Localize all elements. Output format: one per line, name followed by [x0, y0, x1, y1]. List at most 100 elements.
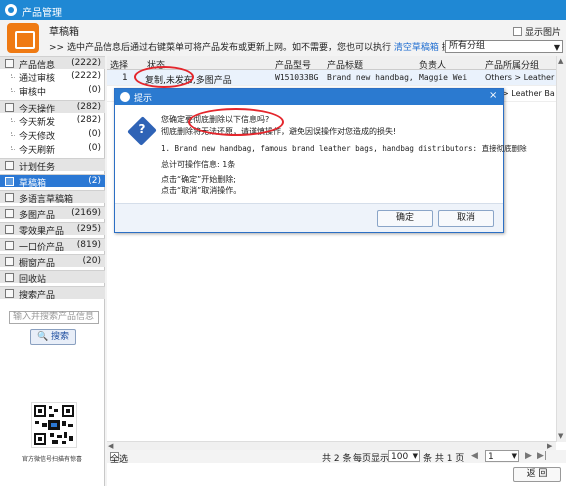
search-button-icon: 🔍: [36, 332, 49, 342]
per-page-label: 每页显示: [353, 454, 390, 464]
sidebar-label: 多图产品: [19, 211, 56, 221]
row-group: Others > Leather Ba...: [485, 73, 555, 82]
search-icon: [5, 289, 14, 298]
sidebar-item-showcase[interactable]: 橱窗产品 (20): [0, 254, 105, 269]
sidebar-item-one-price[interactable]: 一口价产品 (819): [0, 238, 105, 253]
page-info: 条 共 1 页: [423, 454, 465, 464]
sidebar-count: (282): [76, 102, 101, 112]
row-index: 1: [122, 73, 128, 83]
show-images-toggle[interactable]: 显示图片: [513, 25, 561, 38]
zero-effect-icon: [5, 225, 14, 234]
tree-line-icon: [11, 118, 15, 122]
sidebar-item-product-info[interactable]: 产品信息 (2222): [0, 56, 105, 71]
drafts-folder-icon: [7, 23, 39, 53]
sidebar-label: 今天刷新: [19, 146, 56, 156]
sidebar-item-multilang-drafts[interactable]: 多语言草稿箱: [0, 190, 105, 205]
sidebar-label: 通过审核: [19, 74, 56, 84]
back-button[interactable]: 返 回: [513, 467, 561, 482]
dialog-title-bar: 提示 ×: [115, 89, 503, 105]
sidebar-item-multi-image[interactable]: 多图产品 (2169): [0, 206, 105, 221]
sidebar-count: (295): [76, 224, 101, 234]
confirm-dialog: 提示 × ? 您确定要彻底删除以下信息吗? 彻底删除将无法还原，请谨慎操作，避免…: [114, 88, 527, 233]
page-select[interactable]: 1 ▼: [485, 450, 519, 462]
dialog-title: 提示: [134, 94, 153, 104]
dialog-footer: 确定 取消: [115, 203, 503, 232]
qr-caption: 官方微信号扫描有惊喜: [22, 456, 83, 463]
sidebar-item-drafts[interactable]: 草稿箱 (2): [0, 174, 105, 189]
sidebar-item-search-products[interactable]: 搜索产品: [0, 286, 105, 301]
dialog-total: 总计可操作信息: 1条: [161, 160, 236, 169]
title-bar: 产品管理: [0, 0, 566, 20]
sidebar-item-today-edit[interactable]: 今天修改 (0): [0, 128, 105, 142]
price-tag-icon: [5, 241, 14, 250]
chevron-down-icon: ▼: [511, 452, 517, 460]
dialog-logo-icon: [120, 92, 130, 102]
search-button[interactable]: 🔍 搜索: [30, 329, 76, 345]
clear-drafts-link[interactable]: 清空草稿箱: [394, 43, 439, 53]
group-select-value: 所有分组: [449, 41, 486, 51]
sidebar-label: 审核中: [19, 88, 47, 98]
sidebar-item-zero-effect[interactable]: 零效果产品 (295): [0, 222, 105, 237]
sidebar-label: 今天新发: [19, 118, 56, 128]
row-title: Brand new handbag, ...: [327, 73, 415, 82]
sidebar-item-today-new[interactable]: 今天新发 (282): [0, 114, 105, 128]
row-owner: Maggie Wei: [419, 73, 468, 82]
product-search-input[interactable]: 输入并搜索产品信息: [9, 311, 99, 324]
first-page-icon[interactable]: ◀: [471, 451, 478, 461]
dialog-body: ? 您确定要彻底删除以下信息吗? 彻底删除将无法还原，请谨慎操作，避免因误操作对…: [115, 105, 527, 203]
sidebar-label: 草稿箱: [19, 179, 47, 189]
scroll-left-icon[interactable]: ◀: [108, 442, 113, 450]
search-button-label: 搜索: [51, 332, 70, 342]
sidebar-item-scheduled[interactable]: 计划任务: [0, 158, 105, 173]
sidebar-item-today-refresh[interactable]: 今天刷新 (0): [0, 142, 105, 156]
scroll-down-icon[interactable]: ▼: [558, 432, 563, 440]
per-page-select[interactable]: 100 ▼: [388, 450, 420, 462]
annotation-oval: [134, 66, 194, 88]
next-page-icon[interactable]: ▶: [525, 451, 532, 461]
sidebar-label: 橱窗产品: [19, 259, 56, 269]
group-select[interactable]: 所有分组 ▼: [445, 40, 563, 53]
multilang-icon: [5, 193, 14, 202]
show-images-label: 显示图片: [525, 28, 562, 38]
row-model: W151033BG: [275, 73, 319, 82]
product-info-icon: [5, 59, 14, 68]
confirm-button[interactable]: 确定: [377, 210, 433, 227]
chevron-down-icon: ▼: [412, 452, 418, 460]
per-page-value: 100: [391, 452, 409, 462]
drafts-icon: [5, 177, 14, 186]
sidebar-count: (282): [76, 115, 101, 125]
dialog-hint-cancel: 点击“取消”取消操作。: [161, 186, 242, 195]
vertical-scrollbar[interactable]: ▲ ▼: [556, 56, 566, 442]
question-mark-glyph: ?: [138, 122, 146, 136]
table-footer: 全选 共 2 条 每页显示 100 ▼ 条 共 1 页 ◀ 1 ▼ ▶ ▶|: [107, 450, 566, 465]
sidebar-count: (0): [88, 129, 101, 139]
draft-header: 草稿箱 >> 选中产品信息后通过右键菜单可将产品发布或更新上网。如不需要，您也可…: [0, 20, 566, 56]
sidebar-count: (2222): [71, 71, 101, 81]
qr-code-image: [34, 405, 74, 445]
cancel-button[interactable]: 取消: [438, 210, 494, 227]
sidebar-item-reviewing[interactable]: 审核中 (0): [0, 84, 105, 98]
tree-line-icon: [11, 146, 15, 150]
sidebar-count: (2169): [71, 208, 101, 218]
sidebar-item-approved[interactable]: 通过审核 (2222): [0, 70, 105, 84]
page-value: 1: [488, 452, 494, 462]
scroll-right-icon[interactable]: ▶: [547, 442, 552, 450]
tree-line-icon: [11, 74, 15, 78]
sidebar-label: 多语言草稿箱: [19, 195, 74, 205]
dialog-hint-confirm: 点击“确定”开始删除;: [161, 175, 236, 184]
last-page-icon[interactable]: ▶|: [537, 451, 547, 461]
sidebar-label: 一口价产品: [19, 243, 65, 253]
images-icon: [5, 209, 14, 218]
close-icon[interactable]: ×: [489, 90, 497, 101]
sidebar-count: (2): [88, 176, 101, 186]
sidebar-count: (2222): [71, 58, 101, 68]
sidebar-item-recycle[interactable]: 回收站: [0, 270, 105, 285]
show-images-checkbox[interactable]: [513, 27, 522, 36]
annotation-oval: [188, 108, 284, 136]
sidebar-item-today-ops[interactable]: 今天操作 (282): [0, 100, 105, 115]
tree-line-icon: [11, 88, 15, 92]
draft-title: 草稿箱: [49, 27, 79, 38]
showcase-icon: [5, 257, 14, 266]
scroll-up-icon[interactable]: ▲: [558, 57, 563, 65]
chevron-down-icon: ▼: [553, 43, 560, 52]
